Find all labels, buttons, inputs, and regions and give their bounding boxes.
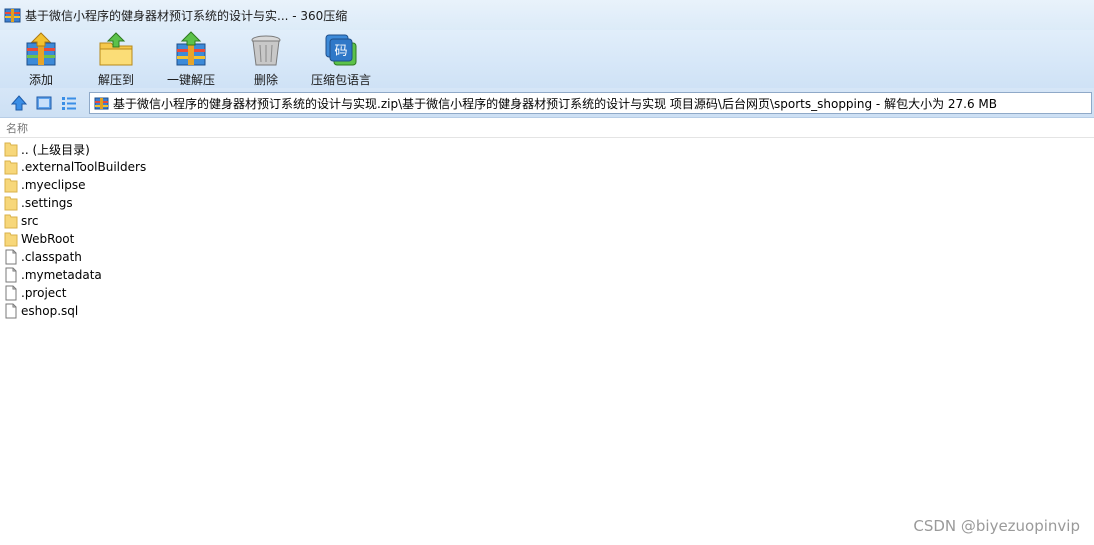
file-name: .. (上级目录) bbox=[21, 142, 90, 157]
file-icon bbox=[5, 285, 17, 301]
file-name: .externalToolBuilders bbox=[21, 160, 147, 174]
file-name: .settings bbox=[21, 196, 73, 210]
address-bar: 基于微信小程序的健身器材预订系统的设计与实现.zip\基于微信小程序的健身器材预… bbox=[0, 88, 1094, 118]
file-name: .project bbox=[21, 286, 67, 300]
file-name: src bbox=[21, 214, 39, 228]
file-row[interactable]: eshop.sql bbox=[0, 302, 1094, 320]
extract-to-label: 解压到 bbox=[97, 73, 134, 87]
folder-row[interactable]: src bbox=[0, 212, 1094, 230]
folder-icon bbox=[4, 196, 18, 211]
folder-icon bbox=[4, 178, 18, 193]
file-name: .mymetadata bbox=[21, 268, 102, 282]
file-list: .. (上级目录) .externalToolBuilders .myeclipse… bbox=[0, 140, 1094, 320]
folder-icon bbox=[4, 232, 18, 247]
extract-to-button[interactable]: 解压到 bbox=[80, 30, 152, 88]
one-click-extract-label: 一键解压 bbox=[166, 73, 215, 87]
folder-row[interactable]: .myeclipse bbox=[0, 176, 1094, 194]
file-row[interactable]: .mymetadata bbox=[0, 266, 1094, 284]
one-click-extract-button[interactable]: 一键解压 bbox=[155, 30, 227, 88]
path-text: 基于微信小程序的健身器材预订系统的设计与实现.zip\基于微信小程序的健身器材预… bbox=[113, 96, 997, 111]
add-button[interactable]: 添加 bbox=[5, 30, 77, 88]
toolbar: 添加 解压到 一键解压 删除 码 压缩包语言 bbox=[0, 30, 1094, 88]
file-icon bbox=[5, 303, 17, 319]
archive-language-label: 压缩包语言 bbox=[310, 73, 371, 87]
path-field[interactable]: 基于微信小程序的健身器材预订系统的设计与实现.zip\基于微信小程序的健身器材预… bbox=[89, 92, 1092, 114]
column-name-header[interactable]: 名称 bbox=[6, 120, 28, 136]
archive-language-button[interactable]: 码 压缩包语言 bbox=[305, 30, 377, 88]
archive-app-icon bbox=[4, 8, 21, 22]
add-label: 添加 bbox=[28, 73, 53, 87]
folder-icon bbox=[4, 214, 18, 229]
thumbnail-view-icon[interactable] bbox=[35, 94, 53, 112]
title-bar: 基于微信小程序的健身器材预订系统的设计与实... - 360压缩 bbox=[0, 0, 1094, 30]
folder-icon bbox=[4, 160, 18, 175]
watermark: CSDN @biyezuopinvip bbox=[913, 517, 1080, 535]
file-name: .classpath bbox=[21, 250, 82, 264]
folder-row[interactable]: .externalToolBuilders bbox=[0, 158, 1094, 176]
delete-button[interactable]: 删除 bbox=[230, 30, 302, 88]
folder-row[interactable]: WebRoot bbox=[0, 230, 1094, 248]
archive-window: 基于微信小程序的健身器材预订系统的设计与实... - 360压缩 添加 解压到 bbox=[0, 0, 1094, 545]
folder-row[interactable]: .settings bbox=[0, 194, 1094, 212]
extract-folder-icon bbox=[99, 32, 133, 66]
up-arrow-icon[interactable] bbox=[10, 94, 28, 112]
zip-file-icon bbox=[94, 97, 109, 109]
window-title: 基于微信小程序的健身器材预订系统的设计与实... - 360压缩 bbox=[25, 8, 348, 23]
language-code-icon: 码 bbox=[325, 34, 357, 66]
file-icon bbox=[5, 267, 17, 283]
file-row[interactable]: .classpath bbox=[0, 248, 1094, 266]
trash-bin-icon bbox=[251, 35, 281, 66]
folder-row[interactable]: .. (上级目录) bbox=[0, 140, 1094, 158]
file-row[interactable]: .project bbox=[0, 284, 1094, 302]
file-icon bbox=[5, 249, 17, 265]
file-name: WebRoot bbox=[21, 232, 75, 246]
list-header[interactable]: 名称 bbox=[0, 119, 1094, 138]
delete-label: 删除 bbox=[253, 73, 278, 87]
one-click-extract-icon bbox=[176, 31, 206, 66]
folder-icon bbox=[4, 142, 18, 157]
list-view-icon[interactable] bbox=[60, 94, 78, 112]
language-glyph: 码 bbox=[334, 44, 347, 59]
file-name: .myeclipse bbox=[21, 178, 86, 192]
file-name: eshop.sql bbox=[21, 304, 79, 318]
add-archive-icon bbox=[26, 32, 56, 66]
